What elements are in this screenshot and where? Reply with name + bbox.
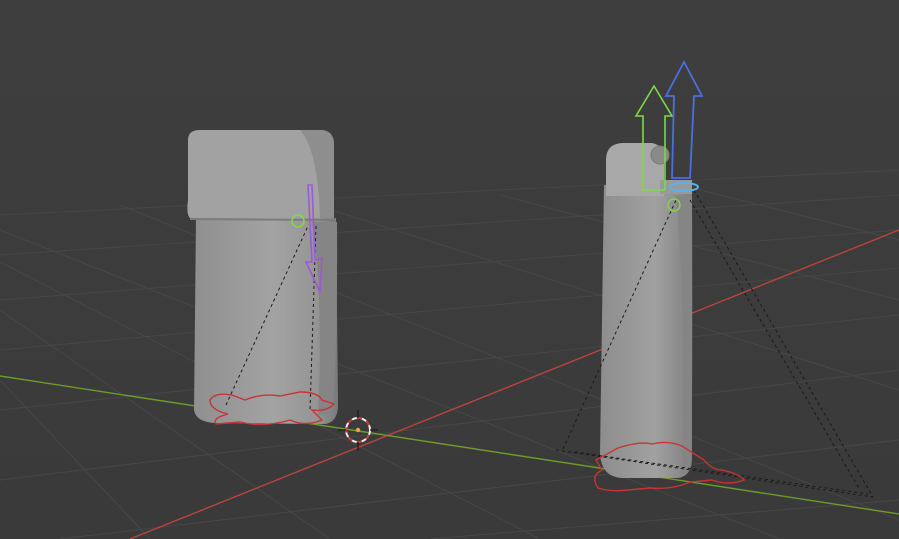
- floor-grid: [0, 169, 899, 539]
- viewport-canvas[interactable]: [0, 0, 899, 539]
- origin-dot: [355, 427, 361, 433]
- lighter-left[interactable]: [187, 130, 338, 424]
- hook-arrow-blue[interactable]: [664, 60, 704, 179]
- lighter-right[interactable]: [600, 143, 693, 478]
- 3d-viewport[interactable]: [0, 0, 899, 539]
- 3d-cursor[interactable]: [338, 410, 378, 451]
